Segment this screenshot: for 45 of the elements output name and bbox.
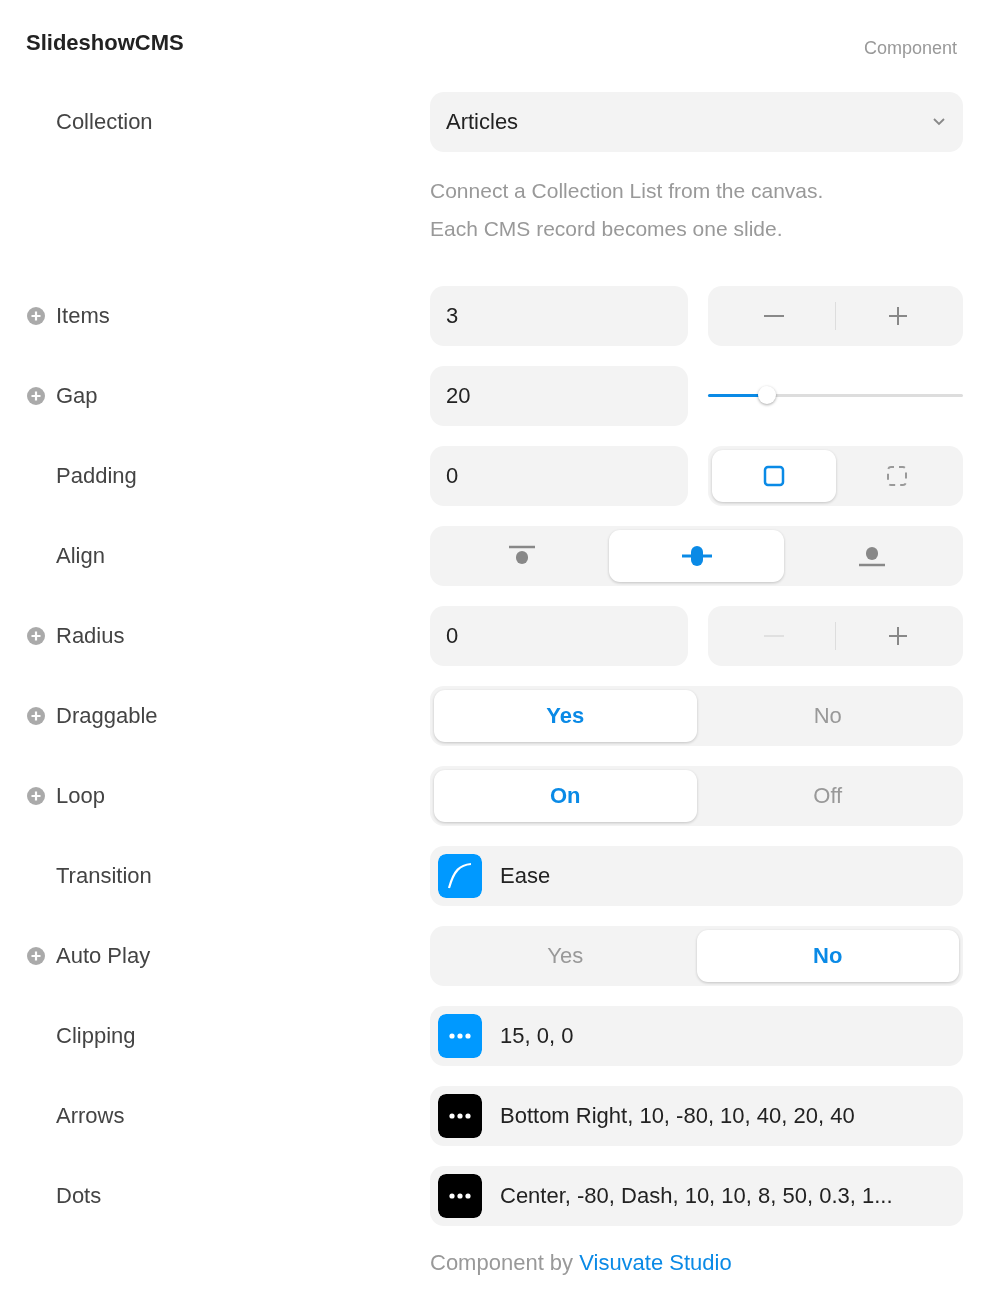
plus-circle-icon[interactable]	[26, 946, 46, 966]
plus-circle-icon[interactable]	[26, 706, 46, 726]
toggle-option[interactable]: On	[434, 770, 697, 822]
toggle-option[interactable]: No	[696, 930, 959, 982]
number-field[interactable]: 20	[430, 366, 688, 426]
plus-circle-icon[interactable]	[26, 306, 46, 326]
field-label: Collection	[56, 109, 153, 135]
field-label: Align	[56, 543, 105, 569]
field-label: Clipping	[56, 1023, 136, 1049]
panel-subtitle: Component	[863, 38, 957, 59]
dashed-square-icon	[886, 465, 909, 487]
plus-circle-icon[interactable]	[26, 626, 46, 646]
panel-title: SlideshowCMS	[26, 30, 184, 56]
collection-dropdown[interactable]: Articles	[430, 92, 963, 152]
help-text: Connect a Collection List from the canvas. Each CMS record becomes one slide.	[430, 178, 825, 242]
transition-field[interactable]: Ease	[430, 846, 963, 906]
slider-thumb[interactable]	[757, 386, 776, 404]
field-label: Loop	[56, 783, 105, 809]
chevron-down-icon	[931, 117, 947, 127]
author-link[interactable]: Visuvate Studio	[579, 1250, 732, 1275]
field-label: Radius	[56, 623, 125, 649]
field-label: Arrows	[56, 1103, 125, 1129]
object-field[interactable]: Center, -80, Dash, 10, 10, 8, 50, 0.3, 1...	[430, 1166, 963, 1226]
number-field[interactable]: 0	[430, 446, 688, 506]
field-label: Padding	[56, 463, 137, 489]
square-icon	[762, 465, 785, 487]
field-label: Dots	[56, 1183, 102, 1209]
segment-option[interactable]	[609, 530, 784, 582]
footer-credit: Component by Visuvate Studio	[430, 1250, 733, 1276]
field-label: Draggable	[56, 703, 158, 729]
align-bottom-icon	[856, 544, 887, 568]
number-field[interactable]: 0	[430, 606, 688, 666]
easing-curve-icon	[438, 854, 482, 898]
field-label: Auto Play	[56, 943, 151, 969]
align-center-icon	[679, 543, 714, 569]
object-field[interactable]: Bottom Right, 10, -80, 10, 40, 20, 40	[430, 1086, 963, 1146]
object-field[interactable]: 15, 0, 0	[430, 1006, 963, 1066]
segment-option[interactable]	[712, 450, 836, 502]
field-label: Gap	[56, 383, 98, 409]
plus-circle-icon[interactable]	[26, 386, 46, 406]
toggle-option[interactable]: Yes	[434, 690, 697, 742]
plus-circle-icon[interactable]	[26, 786, 46, 806]
number-field[interactable]: 3	[430, 286, 688, 346]
field-label: Items	[56, 303, 110, 329]
field-label: Transition	[56, 863, 152, 889]
